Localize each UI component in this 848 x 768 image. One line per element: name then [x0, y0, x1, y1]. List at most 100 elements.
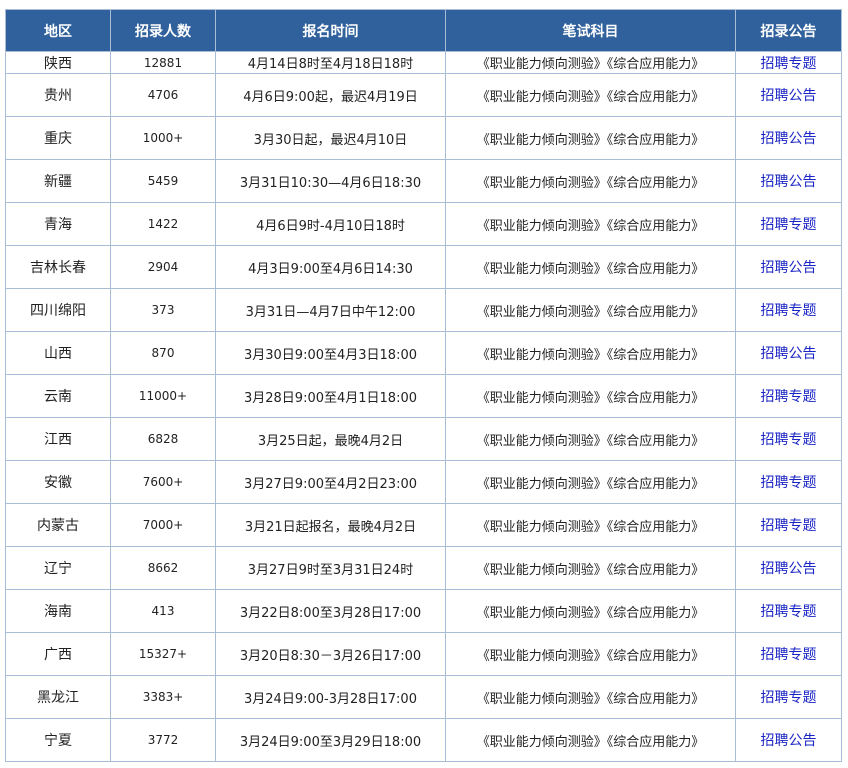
announcement-link[interactable]: 招聘专题 [761, 56, 817, 72]
count-cell: 8662 [110, 546, 216, 590]
table-row: 宁夏 3772 3月24日9:00至3月29日18:00 《职业能力倾向测验》《综合应… [5, 718, 842, 762]
region-cell: 安徽 [5, 460, 111, 504]
registration-time-cell: 3月20日8:30－3月26日17:00 [215, 632, 446, 676]
announcement-cell: 招聘专题 [735, 503, 842, 547]
announcement-cell: 招聘专题 [735, 51, 842, 74]
table-row: 黑龙江 3383+ 3月24日9:00-3月28日17:00 《职业能力倾向测验》《综… [5, 675, 842, 719]
announcement-link[interactable]: 招聘公告 [761, 346, 817, 362]
announcement-cell: 招聘公告 [735, 73, 842, 117]
registration-time-cell: 4月6日9时-4月10日18时 [215, 202, 446, 246]
table-row: 辽宁 8662 3月27日9时至3月31日24时 《职业能力倾向测验》《综合应用能力》… [5, 546, 842, 590]
announcement-link[interactable]: 招聘专题 [761, 690, 817, 706]
table-row: 四川绵阳 373 3月31日—4月7日中午12:00 《职业能力倾向测验》《综合应用能… [5, 288, 842, 332]
region-cell: 黑龙江 [5, 675, 111, 719]
exam-subject-cell: 《职业能力倾向测验》《综合应用能力》 [445, 460, 736, 504]
announcement-link[interactable]: 招聘专题 [761, 647, 817, 663]
announcement-cell: 招聘专题 [735, 288, 842, 332]
registration-time-cell: 3月31日10:30—4月6日18:30 [215, 159, 446, 203]
table-row: 江西 6828 3月25日起，最晚4月2日 《职业能力倾向测验》《综合应用能力》 招聘专… [5, 417, 842, 461]
announcement-link[interactable]: 招聘专题 [761, 432, 817, 448]
announcement-cell: 招聘公告 [735, 159, 842, 203]
exam-subject-cell: 《职业能力倾向测验》《综合应用能力》 [445, 718, 736, 762]
registration-time-cell: 4月14日8时至4月18日18时 [215, 51, 446, 74]
table-row: 山西 870 3月30日9:00至4月3日18:00 《职业能力倾向测验》《综合应用能… [5, 331, 842, 375]
announcement-link[interactable]: 招聘专题 [761, 303, 817, 319]
registration-time-cell: 3月22日8:00至3月28日17:00 [215, 589, 446, 633]
region-cell: 四川绵阳 [5, 288, 111, 332]
exam-subject-cell: 《职业能力倾向测验》《综合应用能力》 [445, 73, 736, 117]
announcement-link[interactable]: 招聘公告 [761, 561, 817, 577]
region-cell: 青海 [5, 202, 111, 246]
count-cell: 15327+ [110, 632, 216, 676]
count-cell: 3383+ [110, 675, 216, 719]
count-cell: 5459 [110, 159, 216, 203]
announcement-link[interactable]: 招聘公告 [761, 131, 817, 147]
region-cell: 新疆 [5, 159, 111, 203]
region-cell: 云南 [5, 374, 111, 418]
announcement-cell: 招聘专题 [735, 460, 842, 504]
announcement-link[interactable]: 招聘公告 [761, 88, 817, 104]
region-cell: 山西 [5, 331, 111, 375]
header-region: 地区 [5, 9, 111, 52]
announcement-cell: 招聘公告 [735, 245, 842, 289]
announcement-cell: 招聘专题 [735, 632, 842, 676]
count-cell: 1000+ [110, 116, 216, 160]
count-cell: 6828 [110, 417, 216, 461]
registration-time-cell: 4月3日9:00至4月6日14:30 [215, 245, 446, 289]
table-row: 陕西 12881 4月14日8时至4月18日18时 《职业能力倾向测验》《综合应用能力… [5, 51, 842, 74]
region-cell: 广西 [5, 632, 111, 676]
exam-subject-cell: 《职业能力倾向测验》《综合应用能力》 [445, 202, 736, 246]
count-cell: 7000+ [110, 503, 216, 547]
table-row: 吉林长春 2904 4月3日9:00至4月6日14:30 《职业能力倾向测验》《综合应… [5, 245, 842, 289]
table-row: 内蒙古 7000+ 3月21日起报名，最晚4月2日 《职业能力倾向测验》《综合应用能力… [5, 503, 842, 547]
exam-subject-cell: 《职业能力倾向测验》《综合应用能力》 [445, 632, 736, 676]
announcement-link[interactable]: 招聘专题 [761, 389, 817, 405]
count-cell: 870 [110, 331, 216, 375]
announcement-link[interactable]: 招聘公告 [761, 174, 817, 190]
announcement-cell: 招聘公告 [735, 718, 842, 762]
table-row: 安徽 7600+ 3月27日9:00至4月2日23:00 《职业能力倾向测验》《综合应… [5, 460, 842, 504]
header-row: 地区 招录人数 报名时间 笔试科目 招录公告 [5, 9, 842, 52]
region-cell: 海南 [5, 589, 111, 633]
header-exam-subjects: 笔试科目 [445, 9, 736, 52]
count-cell: 3772 [110, 718, 216, 762]
registration-time-cell: 3月21日起报名，最晚4月2日 [215, 503, 446, 547]
announcement-cell: 招聘专题 [735, 675, 842, 719]
table-row: 广西 15327+ 3月20日8:30－3月26日17:00 《职业能力倾向测验》《综… [5, 632, 842, 676]
table-row: 新疆 5459 3月31日10:30—4月6日18:30 《职业能力倾向测验》《综合应… [5, 159, 842, 203]
announcement-cell: 招聘专题 [735, 202, 842, 246]
count-cell: 11000+ [110, 374, 216, 418]
exam-subject-cell: 《职业能力倾向测验》《综合应用能力》 [445, 675, 736, 719]
count-cell: 12881 [110, 51, 216, 74]
announcement-link[interactable]: 招聘专题 [761, 217, 817, 233]
exam-subject-cell: 《职业能力倾向测验》《综合应用能力》 [445, 546, 736, 590]
registration-time-cell: 3月27日9:00至4月2日23:00 [215, 460, 446, 504]
table-row: 贵州 4706 4月6日9:00起，最迟4月19日 《职业能力倾向测验》《综合应用能力… [5, 73, 842, 117]
table-row: 海南 413 3月22日8:00至3月28日17:00 《职业能力倾向测验》《综合应用… [5, 589, 842, 633]
registration-time-cell: 3月28日9:00至4月1日18:00 [215, 374, 446, 418]
announcement-cell: 招聘专题 [735, 374, 842, 418]
exam-subject-cell: 《职业能力倾向测验》《综合应用能力》 [445, 116, 736, 160]
registration-time-cell: 3月30日9:00至4月3日18:00 [215, 331, 446, 375]
region-cell: 陕西 [5, 51, 111, 74]
count-cell: 7600+ [110, 460, 216, 504]
announcement-link[interactable]: 招聘专题 [761, 475, 817, 491]
recruitment-table: 地区 招录人数 报名时间 笔试科目 招录公告 陕西 12881 4月14日8时至4月… [5, 9, 842, 762]
announcement-link[interactable]: 招聘专题 [761, 604, 817, 620]
region-cell: 吉林长春 [5, 245, 111, 289]
registration-time-cell: 3月24日9:00至3月29日18:00 [215, 718, 446, 762]
region-cell: 江西 [5, 417, 111, 461]
announcement-link[interactable]: 招聘专题 [761, 518, 817, 534]
count-cell: 373 [110, 288, 216, 332]
count-cell: 413 [110, 589, 216, 633]
announcement-link[interactable]: 招聘公告 [761, 260, 817, 276]
exam-subject-cell: 《职业能力倾向测验》《综合应用能力》 [445, 374, 736, 418]
count-cell: 4706 [110, 73, 216, 117]
header-announcement: 招录公告 [735, 9, 842, 52]
region-cell: 贵州 [5, 73, 111, 117]
registration-time-cell: 3月25日起，最晚4月2日 [215, 417, 446, 461]
announcement-link[interactable]: 招聘公告 [761, 733, 817, 749]
announcement-cell: 招聘公告 [735, 116, 842, 160]
exam-subject-cell: 《职业能力倾向测验》《综合应用能力》 [445, 288, 736, 332]
region-cell: 重庆 [5, 116, 111, 160]
